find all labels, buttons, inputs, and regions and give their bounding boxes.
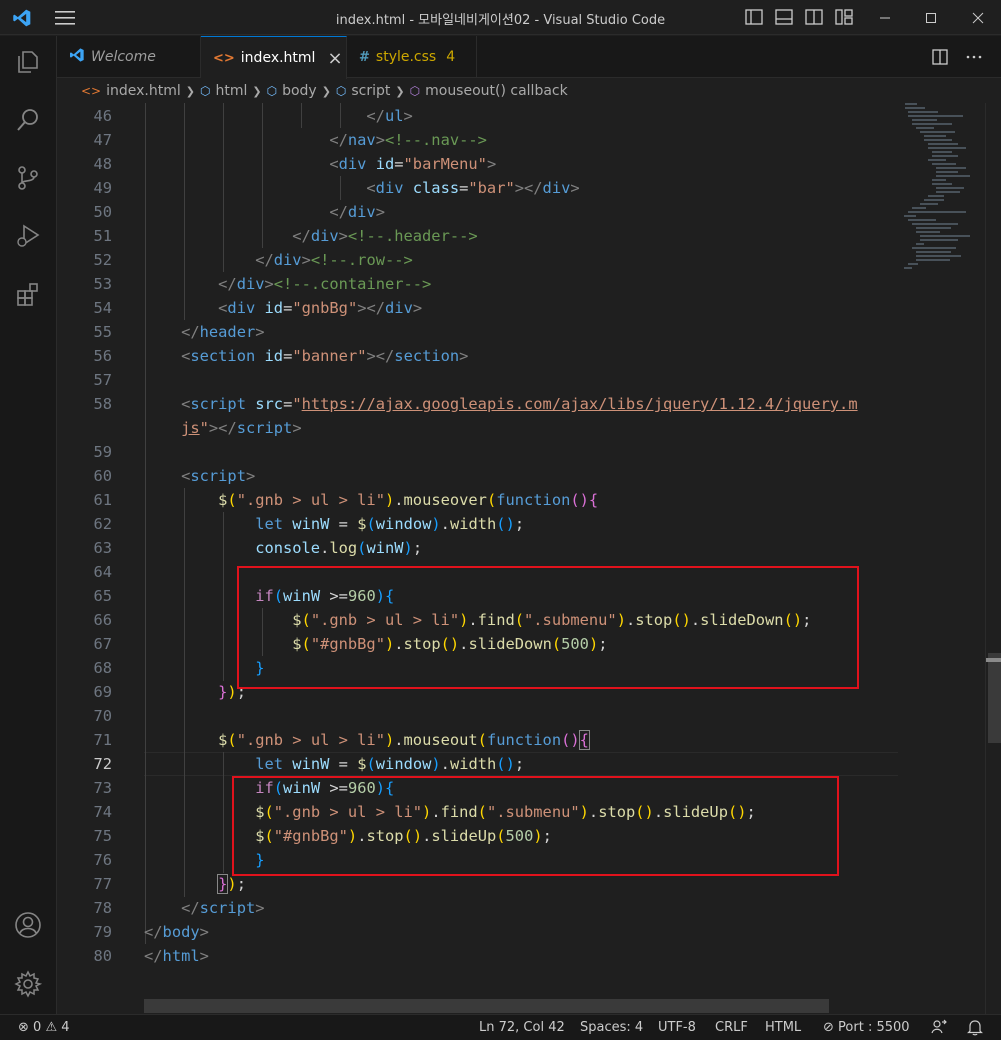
language-mode[interactable]: HTML <box>765 1020 801 1035</box>
code-line: 61 $(".gnb > ul > li").mouseover(functio… <box>93 491 599 509</box>
chevron-right-icon: ❯ <box>321 84 331 98</box>
element-icon: ⬡ <box>335 84 347 98</box>
code-editor[interactable]: 46 </ul> 47 </nav><!--.nav--> 48 <div id… <box>57 103 1001 1014</box>
html-icon: <> <box>213 50 235 66</box>
code-line: 56 <section id="banner"></section> <box>93 347 469 365</box>
vscode-logo-icon[interactable] <box>12 8 32 28</box>
code-line: 52 </div><!--.row--> <box>93 251 413 269</box>
menu-icon[interactable] <box>55 10 75 26</box>
problems-indicator[interactable]: ⊗ 0 ⚠ 4 <box>18 1020 70 1035</box>
code-line: 71 $(".gnb > ul > li").mouseout(function… <box>93 730 590 750</box>
breadcrumb-item-script[interactable]: ⬡ script <box>336 83 391 99</box>
code-line-current: 72 let winW = $(window).width(); <box>93 755 525 773</box>
source-control-icon[interactable] <box>12 162 44 194</box>
code-line: 60 <script> <box>93 467 256 485</box>
method-icon: ⬡ <box>409 84 421 98</box>
code-line: 46 </ul> <box>93 107 413 125</box>
scrollbar-thumb[interactable] <box>988 653 1001 743</box>
no-entry-icon: ⊘ <box>823 1020 834 1035</box>
code-line: 48 <div id="barMenu"> <box>93 155 497 173</box>
cursor-position[interactable]: Ln 72, Col 42 <box>479 1020 565 1035</box>
tab-label: Welcome <box>91 49 156 65</box>
tab-welcome[interactable]: Welcome <box>57 36 201 78</box>
highlight-box-mouseout <box>232 776 839 876</box>
toggle-primary-sidebar-icon[interactable] <box>744 8 764 26</box>
code-line: 78 </script> <box>93 899 265 917</box>
code-line: 54 <div id="gnbBg"></div> <box>93 299 423 317</box>
code-line: 70 <box>93 707 112 725</box>
customize-layout-icon[interactable] <box>834 8 854 26</box>
breadcrumb: <> index.html ❯ ⬡ html ❯ ⬡ body ❯ ⬡ script ❯… <box>57 79 1001 103</box>
chevron-right-icon: ❯ <box>395 84 405 98</box>
element-icon: ⬡ <box>199 84 211 98</box>
status-bar: ⊗ 0 ⚠ 4 Ln 72, Col 42 Spaces: 4 UTF-8 CR… <box>0 1014 1001 1040</box>
settings-gear-icon[interactable] <box>12 968 44 1000</box>
code-line: 57 <box>93 371 112 389</box>
editor-tabs: Welcome <> index.html × # style.css 4 <box>57 36 1001 79</box>
code-line: 79 </body> <box>93 923 209 941</box>
explorer-icon[interactable] <box>12 46 44 78</box>
tab-index-html[interactable]: <> index.html × <box>201 36 347 79</box>
tab-style-css[interactable]: # style.css 4 <box>347 36 477 78</box>
search-icon[interactable] <box>12 104 44 136</box>
breadcrumb-item-body[interactable]: ⬡ body <box>267 83 317 99</box>
activity-bar <box>0 36 57 1014</box>
code-line: 49 <div class="bar"></div> <box>93 179 580 197</box>
chevron-right-icon: ❯ <box>252 84 262 98</box>
title-bar: index.html - 모바일네비게이션02 - Visual Studio … <box>0 0 1001 35</box>
breadcrumb-item-callback[interactable]: ⬡ mouseout() callback <box>410 83 568 99</box>
toggle-panel-icon[interactable] <box>774 8 794 26</box>
encoding[interactable]: UTF-8 <box>658 1020 696 1035</box>
live-server-port[interactable]: ⊘ Port : 5500 <box>823 1020 910 1035</box>
problem-count-badge: 4 <box>446 49 456 65</box>
accounts-sync-icon[interactable] <box>930 1018 948 1040</box>
css-icon: # <box>359 49 370 65</box>
notifications-bell-icon[interactable] <box>967 1018 983 1040</box>
code-line: 53 </div><!--.container--> <box>93 275 432 293</box>
vertical-scrollbar[interactable] <box>985 103 1001 1014</box>
vscode-icon <box>69 47 85 67</box>
account-icon[interactable] <box>12 909 44 941</box>
maximize-icon[interactable] <box>908 0 954 35</box>
code-line: 55 </header> <box>93 323 265 341</box>
tab-label: index.html <box>240 50 316 66</box>
end-of-line[interactable]: CRLF <box>715 1020 748 1035</box>
close-tab-icon[interactable]: × <box>327 48 342 69</box>
horizontal-scrollbar[interactable] <box>144 999 829 1013</box>
code-line: 47 </nav><!--.nav--> <box>93 131 487 149</box>
minimap[interactable] <box>900 103 985 1014</box>
extensions-icon[interactable] <box>12 278 44 310</box>
code-line: 58 <script src="https://ajax.googleapis.… <box>93 395 858 413</box>
run-debug-icon[interactable] <box>12 220 44 252</box>
code-line: 50 </div> <box>93 203 385 221</box>
code-line: js"></script> <box>181 419 302 437</box>
code-line: 59 <box>93 443 112 461</box>
html-icon: <> <box>81 84 102 98</box>
scrollbar-cursor-marker <box>986 658 1001 662</box>
indentation[interactable]: Spaces: 4 <box>580 1020 643 1035</box>
breadcrumb-item-html[interactable]: ⬡ html <box>200 83 247 99</box>
tab-label: style.css <box>375 49 437 65</box>
error-icon: ⊗ <box>18 1020 29 1035</box>
code-line: 80 </html> <box>93 947 209 965</box>
highlight-box-mouseover <box>237 566 859 689</box>
toggle-secondary-sidebar-icon[interactable] <box>804 8 824 26</box>
code-line: 51 </div><!--.header--> <box>93 227 478 245</box>
element-icon: ⬡ <box>266 84 278 98</box>
more-actions-icon[interactable] <box>965 48 983 70</box>
split-editor-icon[interactable] <box>931 48 949 70</box>
minimize-icon[interactable] <box>862 0 908 35</box>
code-line: 63 console.log(winW); <box>93 539 423 557</box>
code-line: 62 let winW = $(window).width(); <box>93 515 525 533</box>
chevron-right-icon: ❯ <box>185 84 195 98</box>
warning-icon: ⚠ <box>45 1020 58 1035</box>
breadcrumb-item-file[interactable]: <> index.html <box>81 83 181 99</box>
close-window-icon[interactable] <box>955 0 1001 35</box>
